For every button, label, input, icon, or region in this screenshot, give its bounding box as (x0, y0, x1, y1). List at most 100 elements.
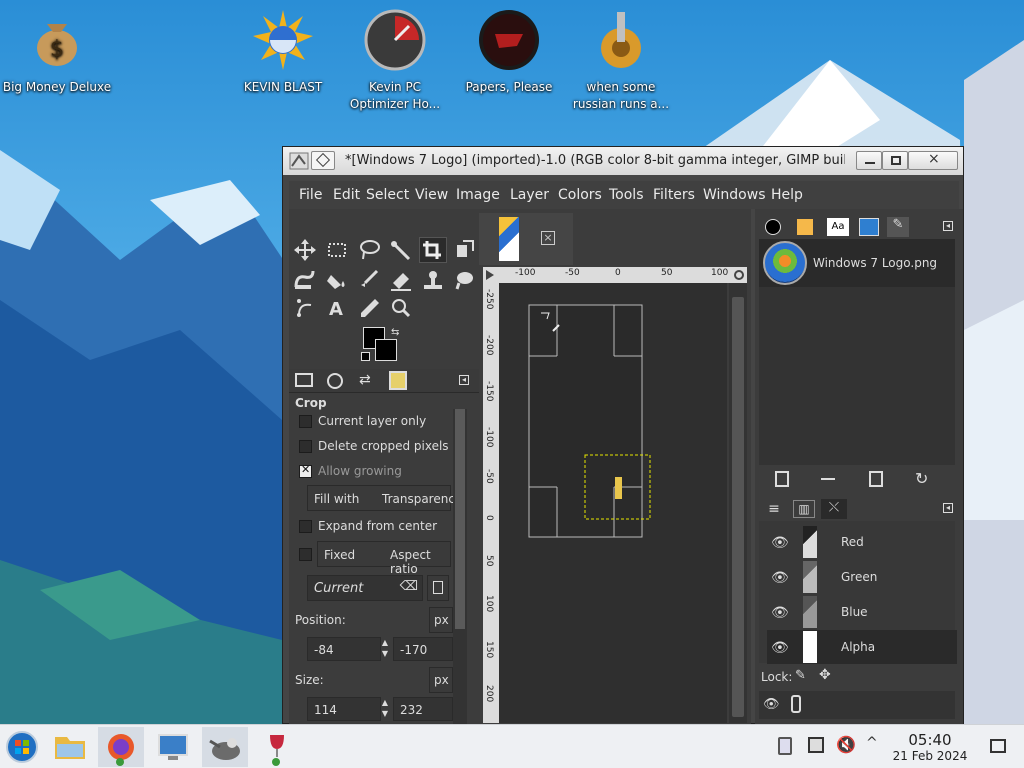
desktop-icon-kevin-blast[interactable]: KEVIN BLAST (228, 2, 338, 96)
printer-tray-icon[interactable] (808, 737, 824, 753)
minimize-button[interactable] (856, 151, 882, 170)
new-preset-button[interactable] (427, 575, 449, 601)
zoom-fit-button[interactable] (731, 267, 747, 283)
undo-history-tab-icon[interactable]: ⇄ (359, 372, 371, 388)
clipboard-tray-icon[interactable] (778, 737, 792, 755)
taskbar-wine[interactable] (254, 727, 300, 767)
configure-tab-icon[interactable]: ◂ (943, 503, 953, 513)
clock[interactable]: 05:40 21 Feb 2024 (886, 731, 974, 763)
menu-edit[interactable]: Edit (333, 187, 360, 203)
move-tool-icon[interactable] (291, 237, 319, 263)
bucket-fill-tool-icon[interactable] (323, 267, 351, 293)
tool-options-tab-icon[interactable] (295, 373, 313, 387)
eye-icon[interactable]: 👁 (771, 570, 789, 586)
taskbar-file-manager[interactable] (47, 727, 93, 767)
show-desktop-icon[interactable] (990, 739, 1006, 753)
image-canvas[interactable] (499, 283, 727, 723)
open-image-icon[interactable] (775, 471, 789, 487)
lasso-tool-icon[interactable] (355, 237, 383, 263)
menu-windows[interactable]: Windows (703, 187, 766, 203)
delete-cropped-checkbox[interactable] (299, 440, 312, 453)
fonts-tab-icon[interactable]: Aa (827, 218, 849, 236)
size-width-field[interactable]: 114 (307, 697, 381, 721)
eye-icon[interactable]: 👁 (763, 697, 780, 712)
window-menu-button[interactable] (311, 151, 335, 170)
fixed-combo[interactable]: Fixed Aspect ratio (317, 541, 451, 576)
configure-tab-icon[interactable]: ◂ (459, 375, 469, 385)
paths-tab-icon[interactable]: ⤬ (821, 499, 847, 519)
position-x-spinner[interactable]: ▲ ▼ (379, 637, 391, 661)
menu-tools[interactable]: Tools (609, 187, 644, 203)
device-status-tab-icon[interactable] (327, 373, 343, 389)
tool-options-scrollbar[interactable] (453, 409, 467, 725)
taskbar-firefox[interactable] (98, 727, 144, 767)
menu-view[interactable]: View (415, 187, 448, 203)
start-button[interactable] (0, 727, 46, 767)
fill-with-combo[interactable]: Fill with Transparency (307, 485, 462, 511)
clear-entry-icon[interactable]: ⌫ (400, 579, 418, 594)
menu-select[interactable]: Select (366, 187, 409, 203)
desktop-icon-big-money[interactable]: $ Big Money Deluxe (2, 2, 112, 96)
menu-filters[interactable]: Filters (653, 187, 695, 203)
brushes-tab-icon[interactable] (765, 219, 781, 235)
crop-tool-button[interactable] (419, 237, 447, 263)
position-unit-combo[interactable]: px (429, 607, 453, 633)
image-list-item[interactable]: Windows 7 Logo.png (759, 239, 955, 287)
background-color-swatch[interactable] (375, 339, 397, 361)
paintbrush-tool-icon[interactable] (355, 267, 383, 293)
expand-center-checkbox[interactable] (299, 520, 312, 533)
size-width-spinner[interactable]: ▲ ▼ (379, 697, 391, 721)
patterns-tab-icon[interactable] (797, 219, 813, 235)
position-y-field[interactable]: -170 (393, 637, 453, 661)
fixed-checkbox[interactable] (299, 548, 312, 561)
current-entry[interactable]: Current ⌫ (307, 575, 423, 601)
color-picker-tool-icon[interactable] (355, 295, 383, 321)
remove-image-icon[interactable] (821, 478, 835, 480)
image-tab[interactable]: × (479, 213, 573, 265)
configure-tab-icon[interactable]: ◂ (943, 221, 953, 231)
position-x-field[interactable]: -84 (307, 637, 381, 661)
clone-tool-icon[interactable] (419, 267, 447, 293)
window-titlebar[interactable]: *[Windows 7 Logo] (imported)-1.0 (RGB co… (283, 147, 963, 175)
menu-image[interactable]: Image (456, 187, 500, 203)
menu-help[interactable]: Help (771, 187, 803, 203)
warp-tool-icon[interactable] (291, 267, 319, 293)
text-tool-icon[interactable]: A (323, 295, 351, 321)
menu-file[interactable]: File (299, 187, 322, 203)
scrollbar-thumb[interactable] (455, 409, 465, 629)
maximize-button[interactable] (882, 151, 908, 170)
channel-row-red[interactable]: 👁 Red (767, 525, 957, 559)
volume-muted-icon[interactable]: 🔇 (836, 735, 856, 754)
chevron-up-icon[interactable]: ^ (866, 735, 878, 751)
canvas-vertical-scrollbar[interactable] (729, 283, 747, 723)
rect-select-tool-icon[interactable] (323, 237, 351, 263)
fuzzy-select-tool-icon[interactable] (387, 237, 415, 263)
size-height-field[interactable]: 232 (393, 697, 453, 721)
eraser-tool-icon[interactable] (387, 267, 415, 293)
close-button[interactable]: × (908, 151, 958, 170)
taskbar-control-panel[interactable] (150, 727, 196, 767)
menu-colors[interactable]: Colors (558, 187, 602, 203)
desktop-icon-papers-please[interactable]: Papers, Please (454, 2, 564, 96)
taskbar-gimp[interactable] (202, 727, 248, 767)
eye-icon[interactable]: 👁 (771, 535, 789, 551)
paths-tool-icon[interactable] (291, 295, 319, 321)
refresh-icon[interactable]: ↻ (915, 469, 928, 488)
channels-tab-icon[interactable]: ▥ (793, 500, 815, 518)
delete-image-icon[interactable] (869, 471, 883, 487)
zoom-tool-icon[interactable] (387, 295, 415, 321)
default-colors-icon[interactable] (361, 352, 370, 361)
channel-row-alpha[interactable]: 👁 Alpha (767, 630, 957, 664)
smudge-tool-icon[interactable] (451, 267, 479, 293)
images-tab-icon[interactable] (859, 218, 879, 236)
chain-icon[interactable] (791, 695, 801, 713)
current-layer-only-checkbox[interactable] (299, 415, 312, 428)
quickmask-corner-button[interactable] (483, 267, 499, 283)
allow-growing-checkbox[interactable]: ✕ (299, 463, 312, 478)
lock-position-icon[interactable]: ✥ (819, 667, 831, 683)
eye-icon[interactable]: 👁 (771, 605, 789, 621)
swap-colors-icon[interactable]: ⇆ (391, 327, 399, 338)
desktop-icon-kevin-optimizer[interactable]: Kevin PC Optimizer Ho... (340, 2, 450, 113)
channel-row-blue[interactable]: 👁 Blue (767, 595, 957, 629)
size-unit-combo[interactable]: px (429, 667, 453, 693)
